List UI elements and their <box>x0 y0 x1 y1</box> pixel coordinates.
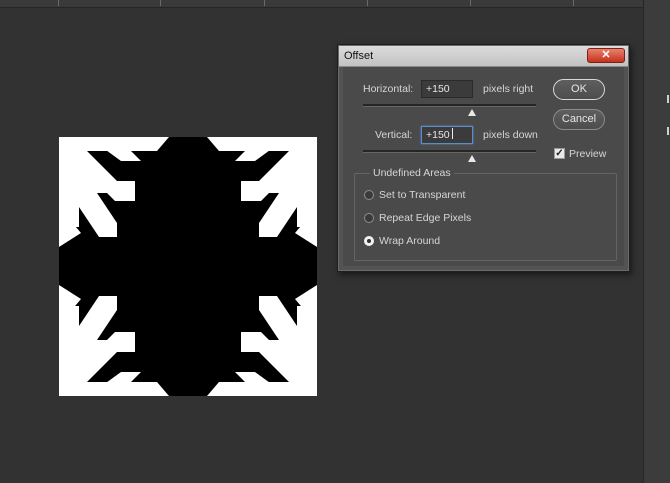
dialog-body: Horizontal: +150 pixels right Vertical: … <box>343 67 624 266</box>
document-image[interactable] <box>59 137 317 396</box>
dialog-title: Offset <box>344 50 374 62</box>
checkbox-check-icon: ✓ <box>555 148 564 159</box>
ruler-tick <box>470 0 471 6</box>
horizontal-input[interactable]: +150 <box>421 80 473 98</box>
vertical-unit: pixels down <box>483 129 538 141</box>
vertical-slider[interactable] <box>363 150 536 153</box>
radio-wrap-around[interactable] <box>364 236 374 246</box>
preview-label: Preview <box>569 148 607 160</box>
radio-set-to-transparent[interactable] <box>364 190 374 200</box>
vertical-label: Vertical: <box>375 129 413 141</box>
horizontal-slider[interactable] <box>363 104 536 107</box>
ok-button[interactable]: OK <box>553 79 605 100</box>
ruler-tick <box>58 0 59 6</box>
option-wrap-around[interactable]: Wrap Around <box>379 235 440 247</box>
close-icon: ✕ <box>601 49 611 61</box>
top-ruler <box>0 0 643 8</box>
preview-checkbox[interactable]: ✓ <box>554 148 565 159</box>
right-panel-strip <box>643 0 670 483</box>
offset-snowflake-image <box>59 137 317 396</box>
ruler-tick <box>573 0 574 6</box>
ruler-tick <box>160 0 161 6</box>
ruler-tick <box>367 0 368 6</box>
horizontal-unit: pixels right <box>483 83 534 95</box>
offset-dialog: Offset ✕ Horizontal: +150 pixels right V… <box>337 44 630 272</box>
ruler-tick <box>264 0 265 6</box>
undefined-areas-title: Undefined Areas <box>370 167 454 179</box>
vertical-input[interactable]: +150 <box>421 126 473 144</box>
cancel-button-label: Cancel <box>561 113 597 125</box>
cancel-button[interactable]: Cancel <box>553 109 605 130</box>
vertical-slider-thumb-icon[interactable] <box>468 155 476 162</box>
ok-button-label: OK <box>571 83 587 95</box>
horizontal-slider-thumb-icon[interactable] <box>468 109 476 116</box>
horizontal-value: +150 <box>426 83 450 95</box>
panel-grip-icon[interactable] <box>667 95 669 103</box>
text-caret <box>451 128 453 139</box>
radio-repeat-edge-pixels[interactable] <box>364 213 374 223</box>
horizontal-label: Horizontal: <box>363 83 414 95</box>
dialog-titlebar[interactable]: Offset ✕ <box>339 46 628 67</box>
option-repeat-edge-pixels[interactable]: Repeat Edge Pixels <box>379 212 471 224</box>
close-button[interactable]: ✕ <box>587 48 625 63</box>
vertical-value: +150 <box>426 129 450 141</box>
panel-grip-icon[interactable] <box>667 127 669 135</box>
option-set-to-transparent[interactable]: Set to Transparent <box>379 189 465 201</box>
